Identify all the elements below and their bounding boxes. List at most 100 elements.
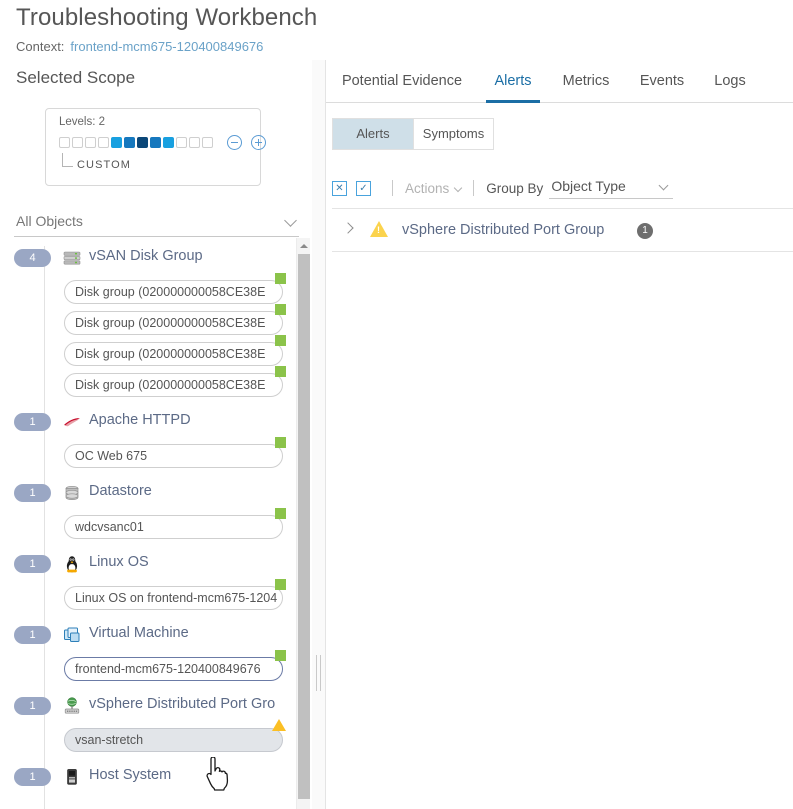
alerts-table: vSphere Distributed Port Group 1 — [332, 208, 793, 252]
object-tree-groups: 4 vSAN Disk Group Disk group (020000000058… — [0, 238, 312, 797]
object-group-label: Virtual Machine — [89, 625, 189, 641]
group-by-value: Object Type — [551, 178, 626, 194]
tab-potential-evidence[interactable]: Potential Evidence — [334, 60, 470, 103]
datastore-icon — [62, 483, 82, 503]
toolbar-separator — [392, 180, 393, 196]
deselect-all-icon[interactable]: ✕ — [332, 180, 347, 196]
chevron-down-icon — [658, 180, 669, 191]
object-group-label: Linux OS — [89, 554, 149, 570]
levels-custom-label: CUSTOM — [77, 159, 132, 171]
object-item-row: Disk group (020000000058CE38E — [0, 335, 312, 371]
apache-httpd-icon — [62, 412, 82, 432]
expand-chevron-icon[interactable] — [342, 222, 354, 234]
alert-count-badge: 1 — [637, 223, 653, 239]
level-square-7[interactable] — [150, 137, 161, 148]
levels-label: Levels: 2 — [59, 116, 106, 128]
object-item[interactable]: Disk group (020000000058CE38E — [64, 311, 283, 335]
object-item[interactable]: vsan-stretch — [64, 728, 283, 752]
object-group-count: 1 — [14, 413, 51, 431]
object-item[interactable]: Disk group (020000000058CE38E — [64, 373, 283, 397]
object-group: 1 Linux OS Linux OS on frontend-mcm675-120… — [0, 544, 312, 615]
object-item-row: Disk group (020000000058CE38E — [0, 366, 312, 402]
context-label: Context: — [16, 39, 65, 54]
levels-slider[interactable] — [59, 135, 266, 150]
object-status-green-icon — [275, 304, 286, 315]
virtual-machine-icon — [62, 625, 82, 645]
all-objects-value: All Objects — [16, 213, 83, 229]
object-item[interactable]: wdcvsanc01 — [64, 515, 283, 539]
object-item[interactable]: Disk group (020000000058CE38E — [64, 342, 283, 366]
object-group: 1 Datastore wdcvsanc01 — [0, 473, 312, 544]
host-system-icon — [62, 767, 82, 787]
actions-menu[interactable]: Actions — [405, 180, 463, 196]
panel-splitter[interactable] — [312, 60, 326, 809]
select-all-icon[interactable]: ✓ — [356, 180, 371, 196]
level-square-0[interactable] — [59, 137, 70, 148]
context-link[interactable]: frontend-mcm675-120400849676 — [70, 39, 263, 54]
object-group-label: vSAN Disk Group — [89, 248, 203, 264]
mouse-cursor-pointer-icon — [206, 757, 229, 791]
object-group-header[interactable]: 1 Linux OS — [0, 544, 312, 584]
tab-metrics[interactable]: Metrics — [556, 60, 616, 103]
levels-card: Levels: 2 CUSTOM — [45, 108, 266, 186]
object-item[interactable]: Disk group (020000000058CE38E — [64, 280, 283, 304]
object-group-count: 1 — [14, 555, 51, 573]
object-group-header[interactable]: 4 vSAN Disk Group — [0, 238, 312, 278]
object-group-header[interactable]: 1 Apache HTTPD — [0, 402, 312, 442]
page-title: Troubleshooting Workbench — [16, 4, 318, 31]
object-group-count: 1 — [14, 626, 51, 644]
splitter-grip-icon[interactable] — [316, 655, 322, 691]
scrollbar-thumb[interactable] — [298, 254, 310, 799]
plus-icon[interactable] — [251, 135, 266, 150]
level-square-4[interactable] — [111, 137, 122, 148]
right-panel: Potential Evidence Alerts Metrics Events Log… — [326, 60, 793, 809]
object-tree-scrollbar[interactable] — [296, 238, 310, 809]
object-item[interactable]: Linux OS on frontend-mcm675-1204 — [64, 586, 283, 610]
object-status-green-icon — [275, 508, 286, 519]
level-square-5[interactable] — [124, 137, 135, 148]
subtab-symptoms[interactable]: Symptoms — [413, 119, 493, 149]
level-square-8[interactable] — [163, 137, 174, 148]
object-group-label: Datastore — [89, 483, 152, 499]
object-group: 1 Host System — [0, 757, 312, 797]
alerts-subtabs: Alerts Symptoms — [332, 118, 494, 150]
all-objects-dropdown[interactable]: All Objects — [14, 210, 299, 237]
object-status-green-icon — [275, 579, 286, 590]
object-status-green-icon — [275, 650, 286, 661]
object-item[interactable]: frontend-mcm675-120400849676 — [64, 657, 283, 681]
level-square-9[interactable] — [176, 137, 187, 148]
object-item-row: frontend-mcm675-120400849676 — [0, 650, 312, 686]
tab-logs[interactable]: Logs — [708, 60, 752, 103]
tab-events[interactable]: Events — [634, 60, 690, 103]
toolbar-separator-2 — [473, 180, 475, 196]
scroll-up-arrow-icon[interactable] — [297, 238, 311, 252]
level-square-6[interactable] — [137, 137, 148, 148]
select-all-glyph: ✓ — [359, 182, 368, 194]
level-square-1[interactable] — [72, 137, 83, 148]
object-item-row: wdcvsanc01 — [0, 508, 312, 544]
object-group-header[interactable]: 1 Host System — [0, 757, 312, 797]
level-square-11[interactable] — [202, 137, 213, 148]
vsan-disk-group-icon — [62, 248, 82, 268]
object-item[interactable]: OC Web 675 — [64, 444, 283, 468]
object-group: 1 Apache HTTPD OC Web 675 — [0, 402, 312, 473]
object-group: 4 vSAN Disk Group Disk group (020000000058… — [0, 238, 312, 402]
object-group-count: 1 — [14, 697, 51, 715]
chevron-down-icon — [454, 183, 463, 192]
object-group: 1 Virtual Machine frontend-mcm675-12040084… — [0, 615, 312, 686]
group-by-dropdown[interactable]: Object Type — [549, 177, 674, 199]
level-square-3[interactable] — [98, 137, 109, 148]
troubleshooting-workbench-page: Troubleshooting Workbench Context: fronte… — [0, 0, 793, 809]
subtab-alerts[interactable]: Alerts — [333, 119, 413, 149]
object-item-row: vsan-stretch — [0, 719, 312, 757]
context-line: Context: frontend-mcm675-120400849676 — [16, 39, 263, 54]
level-square-10[interactable] — [189, 137, 200, 148]
alert-group-row[interactable]: vSphere Distributed Port Group 1 — [332, 209, 793, 252]
object-group-header[interactable]: 1 vSphere Distributed Port Gro — [0, 686, 312, 726]
tab-alerts[interactable]: Alerts — [486, 60, 540, 103]
actions-label: Actions — [405, 180, 450, 196]
object-group-header[interactable]: 1 Virtual Machine — [0, 615, 312, 655]
minus-icon[interactable] — [227, 135, 242, 150]
level-square-2[interactable] — [85, 137, 96, 148]
object-group-header[interactable]: 1 Datastore — [0, 473, 312, 513]
